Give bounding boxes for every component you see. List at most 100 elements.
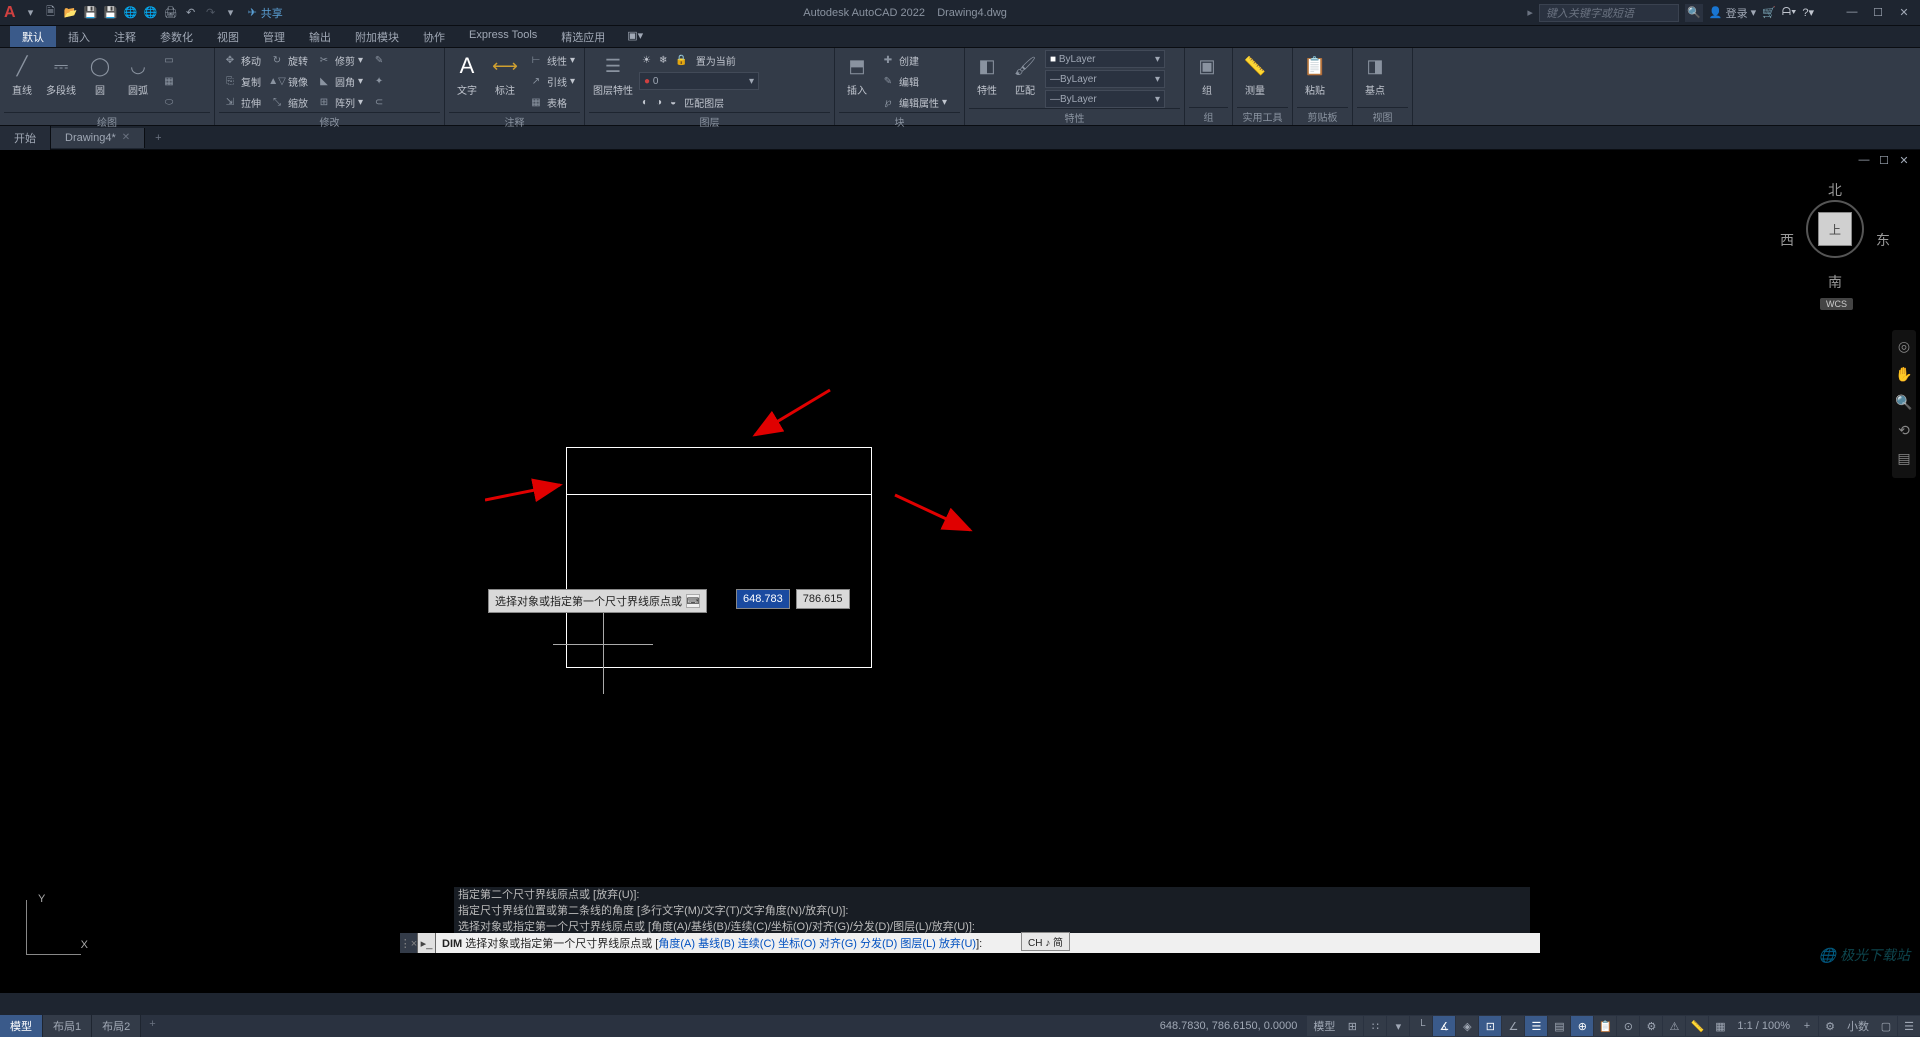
polar-toggle[interactable]: ∡ <box>1433 1016 1455 1036</box>
editattr-button[interactable]: ℘编辑属性▾ <box>877 92 950 112</box>
cust-toggle[interactable]: ☰ <box>1898 1016 1920 1036</box>
vp-minimize-icon[interactable]: — <box>1856 154 1872 167</box>
lt-combo[interactable]: — ByLayer <box>1045 90 1165 108</box>
save-icon[interactable]: 💾 <box>82 4 100 22</box>
drawing-canvas[interactable]: — ☐ ✕ 北 南 东 西 上 WCS ◎ ✋ 🔍 ⟲ ▤ 选择对象或指定第一个… <box>0 150 1920 993</box>
saveas-icon[interactable]: 💾 <box>102 4 120 22</box>
layer-i3[interactable]: 🔒 <box>672 50 690 70</box>
fillet-button[interactable]: ◣圆角▾ <box>313 71 366 91</box>
menu-dropdown-icon[interactable]: ▾ <box>22 4 40 22</box>
undo-icon[interactable]: ↶ <box>182 4 200 22</box>
layer-setcur[interactable]: 置为当前 <box>693 50 739 70</box>
group-button[interactable]: ▣组 <box>1189 50 1225 99</box>
create-button[interactable]: ✚创建 <box>877 50 950 70</box>
copy-button[interactable]: ⎘复制 <box>219 71 264 91</box>
wheel-icon[interactable]: ◎ <box>1894 338 1914 358</box>
iso-toggle[interactable]: ◈ <box>1456 1016 1478 1036</box>
offset-button[interactable]: ⊂ <box>368 92 390 112</box>
color-combo[interactable]: ■ ByLayer <box>1045 50 1165 68</box>
tab-collab[interactable]: 协作 <box>411 26 457 47</box>
layer-i6[interactable]: ◒ <box>667 92 679 112</box>
search-icon[interactable]: 🔍 <box>1685 4 1703 22</box>
close-button[interactable]: ✕ <box>1892 6 1916 19</box>
tab-view[interactable]: 视图 <box>205 26 251 47</box>
viewcube-south[interactable]: 南 <box>1828 272 1842 292</box>
array-button[interactable]: ⊞阵列▾ <box>313 92 366 112</box>
search-input[interactable]: 键入关键字或短语 <box>1539 4 1679 22</box>
ws-switch[interactable]: ⚙ <box>1640 1016 1662 1036</box>
dyn-toggle[interactable]: ⊕ <box>1571 1016 1593 1036</box>
tab-layout1[interactable]: 布局1 <box>43 1015 92 1037</box>
osnap-toggle[interactable]: ⊡ <box>1479 1016 1501 1036</box>
tab-default[interactable]: 默认 <box>10 26 56 47</box>
status-dec[interactable]: 小数 <box>1841 1016 1875 1036</box>
dyn-x[interactable]: 648.783 <box>736 589 790 609</box>
props-button[interactable]: ◧特性 <box>969 50 1005 99</box>
layerprops-button[interactable]: ☰图层特性 <box>589 50 637 99</box>
viewcube-west[interactable]: 西 <box>1780 230 1794 250</box>
tab-addins[interactable]: 附加模块 <box>343 26 411 47</box>
tab-annotate[interactable]: 注释 <box>102 26 148 47</box>
viewcube-north[interactable]: 北 <box>1828 180 1842 200</box>
arc-button[interactable]: ◡圆弧 <box>120 50 156 99</box>
line-button[interactable]: ╱直线 <box>4 50 40 99</box>
otrack-toggle[interactable]: ∠ <box>1502 1016 1524 1036</box>
close-icon[interactable]: ✕ <box>122 132 130 143</box>
saveweb-icon[interactable]: 🌐 <box>142 4 160 22</box>
add-layout-button[interactable]: + <box>141 1015 163 1037</box>
tab-model[interactable]: 模型 <box>0 1015 43 1037</box>
tab-express[interactable]: Express Tools <box>457 26 549 47</box>
login-button[interactable]: 👤 登录 ▾ <box>1709 5 1756 21</box>
explode-button[interactable]: ✦ <box>368 71 390 91</box>
cmdline-chevron-icon[interactable]: ▸_ <box>418 933 436 953</box>
ribbon-expand-icon[interactable]: ▣▾ <box>621 26 649 47</box>
tpy-toggle[interactable]: ▤ <box>1548 1016 1570 1036</box>
openweb-icon[interactable]: 🌐 <box>122 4 140 22</box>
sc-toggle[interactable]: ⊙ <box>1617 1016 1639 1036</box>
layer-match[interactable]: 匹配图层 <box>681 92 727 112</box>
tab-parametric[interactable]: 参数化 <box>148 26 205 47</box>
measure-button[interactable]: 📏测量 <box>1237 50 1273 99</box>
text-button[interactable]: A文字 <box>449 50 485 99</box>
dyn-y[interactable]: 786.615 <box>796 589 850 609</box>
mirror-button[interactable]: ▲▽镜像 <box>266 71 311 91</box>
rect-button[interactable]: ▭ <box>158 50 180 70</box>
table-button[interactable]: ▦表格 <box>525 92 578 112</box>
annomon-toggle[interactable]: ⚠ <box>1663 1016 1685 1036</box>
linear-button[interactable]: ⊢线性▾ <box>525 50 578 70</box>
layer-combo[interactable]: ● 0 <box>639 72 759 90</box>
ortho-toggle[interactable]: └ <box>1410 1016 1432 1036</box>
rotate-button[interactable]: ↻旋转 <box>266 50 311 70</box>
plot-icon[interactable]: 🖨 <box>162 4 180 22</box>
bkedit-button[interactable]: ✎编辑 <box>877 71 950 91</box>
move-button[interactable]: ✥移动 <box>219 50 264 70</box>
share-button[interactable]: ✈ 共享 <box>248 5 283 21</box>
cleanscr-toggle[interactable]: ▢ <box>1875 1016 1897 1036</box>
orbit-icon[interactable]: ⟲ <box>1894 422 1914 442</box>
minimize-button[interactable]: — <box>1840 6 1864 19</box>
dynamic-input-coords[interactable]: 648.783 786.615 <box>736 589 850 609</box>
gear-icon[interactable]: ⚙ <box>1819 1016 1841 1036</box>
layer-i2[interactable]: ❄ <box>656 50 670 70</box>
trim-button[interactable]: ✂修剪▾ <box>313 50 366 70</box>
stretch-button[interactable]: ⇲拉伸 <box>219 92 264 112</box>
cmdline-handle-icon[interactable]: ⋮× <box>400 933 418 953</box>
tab-layout2[interactable]: 布局2 <box>92 1015 141 1037</box>
status-scale[interactable]: 1:1 / 100% <box>1731 1016 1796 1036</box>
help-icon[interactable]: ?▾ <box>1802 6 1814 19</box>
base-button[interactable]: ◨基点 <box>1357 50 1393 99</box>
layer-i4[interactable]: ◐ <box>639 92 651 112</box>
lw-combo[interactable]: — ByLayer <box>1045 70 1165 88</box>
tab-insert[interactable]: 插入 <box>56 26 102 47</box>
units-toggle[interactable]: 📏 <box>1686 1016 1708 1036</box>
status-mode[interactable]: 模型 <box>1307 1016 1341 1036</box>
tab-featured[interactable]: 精选应用 <box>549 26 617 47</box>
zoom-toggle[interactable]: + <box>1796 1016 1818 1036</box>
qv-toggle[interactable]: ▦ <box>1709 1016 1731 1036</box>
pan-icon[interactable]: ✋ <box>1894 366 1914 386</box>
qp-toggle[interactable]: 📋 <box>1594 1016 1616 1036</box>
viewcube-top[interactable]: 上 <box>1818 212 1852 246</box>
layer-i5[interactable]: ◑ <box>653 92 665 112</box>
erase-button[interactable]: ✎ <box>368 50 390 70</box>
ellipse-button[interactable]: ⬭ <box>158 92 180 112</box>
